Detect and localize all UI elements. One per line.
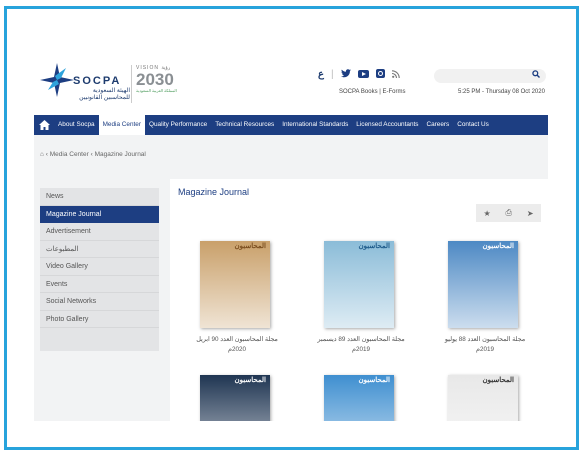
rss-icon[interactable] [391,69,400,81]
logo-name: SOCPA [73,75,122,87]
print-icon[interactable]: ⎙ [506,208,512,218]
magazine-caption-title: مجلة المحاسبون العدد 90 ابريل [196,336,278,343]
social-links: ع | [318,69,400,81]
nav-careers[interactable]: Careers [422,115,453,135]
favorite-icon[interactable]: ★ [483,209,490,218]
main-navigation: About Socpa Media Center Quality Perform… [34,115,548,135]
nav-technical-resources[interactable]: Technical Resources [211,115,278,135]
magazine-caption-title: مجلة المحاسبون العدد 88 يوليو [444,336,526,343]
nav-licensed-accountants[interactable]: Licensed Accountants [352,115,422,135]
site-header: SOCPA الهيئة السعودية للمحاسبين القانوني… [34,51,548,115]
youtube-icon[interactable] [357,69,369,81]
separator: | [330,69,334,80]
sidebar-item-social-networks[interactable]: Social Networks [40,293,159,311]
nav-international-standards[interactable]: International Standards [278,115,352,135]
magazine-caption-date: 2019م [352,346,370,353]
magazine-caption-title: مجلة المحاسبون العدد 89 ديسمبر [317,336,405,343]
main-content: Magazine Journal ★ ⎙ ➤ المحاسبون مجلة ال… [170,179,548,421]
magazine-masthead: المحاسبون [234,377,266,384]
sidebar-item-photo-gallery[interactable]: Photo Gallery [40,311,159,328]
magazine-caption-date: 2019م [476,346,494,353]
nav-media-center[interactable]: Media Center [98,115,145,135]
nav-quality-performance[interactable]: Quality Performance [145,115,211,135]
sidebar: News Magazine Journal Advertisement المط… [40,188,159,351]
home-icon[interactable] [34,115,54,135]
magazine-cover[interactable]: المحاسبون [200,375,270,421]
breadcrumb-item: Magazine Journal [94,151,146,158]
magazine-caption[interactable]: مجلة المحاسبون العدد 90 ابريل 2020م [167,335,307,355]
breadcrumb-home-icon[interactable]: ⌂ [40,151,44,158]
sidebar-item-advertisement[interactable]: Advertisement [40,223,159,241]
search-box[interactable] [434,69,546,83]
sidebar-item-magazine-journal[interactable]: Magazine Journal [40,205,159,223]
nav-contact-us[interactable]: Contact Us [453,115,493,135]
magazine-masthead: المحاسبون [482,377,514,384]
instagram-icon[interactable] [375,69,385,81]
breadcrumb-item[interactable]: Media Center [50,151,89,158]
magazine-masthead: المحاسبون [482,243,514,250]
magazine-masthead: المحاسبون [358,243,390,250]
magazine-cover[interactable]: المحاسبون [324,375,394,421]
magazine-cover[interactable]: المحاسبون [448,241,518,328]
magazine-caption-date: 2020م [228,346,246,353]
sidebar-item-video-gallery[interactable]: Video Gallery [40,258,159,276]
share-icon[interactable]: ➤ [527,209,534,218]
magazine-masthead: المحاسبون [358,377,390,384]
sidebar-item-news[interactable]: News [40,188,159,206]
sidebar-item-publications[interactable]: المطبوعات [40,241,159,258]
search-icon[interactable] [532,70,540,80]
vision-sub: المملكة العربية السعودية [136,88,177,93]
magazine-caption[interactable]: مجلة المحاسبون العدد 89 ديسمبر 2019م [291,335,431,355]
magazine-cover[interactable]: المحاسبون [324,241,394,328]
logo-arabic-text: الهيئة السعودية للمحاسبين القانونيين [79,88,130,101]
webpage: SOCPA الهيئة السعودية للمحاسبين القانوني… [34,51,548,421]
nav-about-socpa[interactable]: About Socpa [54,115,99,135]
vision-year: 2030 [136,70,174,89]
page-tools: ★ ⎙ ➤ [476,204,541,222]
sidebar-item-events[interactable]: Events [40,276,159,293]
breadcrumb: ⌂ ‹ Media Center ‹ Magazine Journal [40,151,146,158]
twitter-icon[interactable] [340,69,351,81]
screenshot-frame: SOCPA الهيئة السعودية للمحاسبين القانوني… [4,6,579,450]
page-title: Magazine Journal [178,187,250,197]
arabic-icon[interactable]: ع [318,70,324,80]
socpa-star-icon [40,63,74,97]
magazine-cover[interactable]: المحاسبون [200,241,270,328]
current-datetime: 5:25 PM - Thursday 08 Oct 2020 [458,89,545,95]
socpa-logo[interactable]: SOCPA الهيئة السعودية للمحاسبين القانوني… [40,63,132,105]
vision-2030-logo: VISION رؤية 2030 المملكة العربية السعودي… [131,65,186,103]
magazine-masthead: المحاسبون [234,243,266,250]
magazine-caption[interactable]: مجلة المحاسبون العدد 88 يوليو 2019م [415,335,548,355]
top-links[interactable]: SOCPA Books | E-Forms [339,89,405,95]
magazine-cover[interactable]: المحاسبون [448,375,518,421]
